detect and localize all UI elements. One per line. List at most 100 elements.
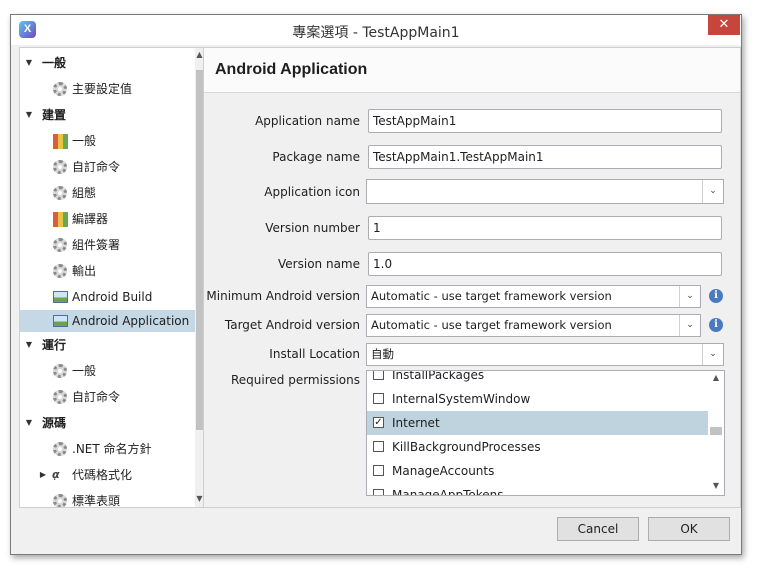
tree-category-general[interactable]: ▼ 一般 — [20, 52, 195, 74]
install-location-dropdown[interactable]: 自動 ⌄ — [366, 343, 724, 366]
category-label: 一般 — [42, 56, 67, 70]
tree-item-run-custom-commands[interactable]: 自訂命令 — [20, 386, 195, 408]
tree-category-build[interactable]: ▼ 建置 — [20, 104, 195, 126]
tree-category-source[interactable]: ▼ 源碼 — [20, 412, 195, 434]
permission-label: ManageAppTokens — [392, 488, 504, 496]
permission-checkbox[interactable] — [373, 393, 384, 404]
tree-item-output[interactable]: 輸出 — [20, 260, 195, 282]
permission-label: InstallPackages — [392, 370, 485, 382]
permission-item[interactable]: KillBackgroundProcesses — [367, 435, 708, 459]
package-name-label: Package name — [272, 150, 360, 164]
expand-arrow-icon[interactable]: ▼ — [24, 412, 34, 434]
tree-item-configurations[interactable]: 組態 — [20, 182, 195, 204]
gear-icon — [53, 494, 67, 507]
chevron-down-icon[interactable]: ⌄ — [679, 315, 700, 336]
permission-label: KillBackgroundProcesses — [392, 440, 541, 454]
tree-item-naming-policies[interactable]: .NET 命名方針 — [20, 438, 195, 460]
install-location-label: Install Location — [269, 347, 360, 361]
version-number-label: Version number — [265, 221, 360, 235]
gear-icon — [53, 186, 67, 200]
category-label: 源碼 — [42, 416, 67, 430]
gear-icon — [53, 238, 67, 252]
window-title: 專案選項 - TestAppMain1 — [292, 25, 460, 41]
target-android-dropdown[interactable]: Automatic - use target framework version… — [366, 314, 701, 337]
tree-item-assembly-signing[interactable]: 組件簽署 — [20, 234, 195, 256]
tree-item-label: 組態 — [72, 186, 97, 200]
tree-item-label: Android Application — [72, 314, 190, 328]
permission-checkbox[interactable] — [373, 441, 384, 452]
tree-scrollbar[interactable]: ▲ ▼ — [195, 48, 203, 507]
chevron-down-icon[interactable]: ⌄ — [679, 286, 700, 307]
chevron-down-icon[interactable]: ⌄ — [702, 180, 723, 203]
permission-checkbox[interactable] — [373, 489, 384, 495]
permission-checkbox[interactable] — [373, 465, 384, 476]
permission-label: Internet — [392, 416, 440, 430]
app-icon-dropdown[interactable]: ⌄ — [366, 179, 724, 204]
tree-item-run-general[interactable]: 一般 — [20, 360, 195, 382]
permissions-list: InstallPackages InternalSystemWindow ✓ I… — [366, 370, 725, 496]
tree-item-label: 代碼格式化 — [72, 468, 133, 482]
scroll-up-icon[interactable]: ▲ — [708, 373, 724, 385]
info-icon[interactable]: i — [709, 318, 723, 332]
version-name-field[interactable]: 1.0 — [368, 252, 722, 276]
gear-icon — [53, 364, 67, 378]
tree-item-build-general[interactable]: 一般 — [20, 130, 195, 152]
gear-icon — [53, 390, 67, 404]
permissions-label: Required permissions — [230, 373, 360, 387]
permission-item[interactable]: ManageAppTokens — [367, 483, 708, 496]
panel-title: Android Application — [215, 61, 368, 78]
tree-item-main-settings[interactable]: 主要設定值 — [20, 78, 195, 100]
permissions-scroll-thumb[interactable] — [710, 427, 722, 435]
permission-label: ManageAccounts — [392, 464, 495, 478]
tree-item-label: 組件簽署 — [72, 238, 121, 252]
tree-scroll-thumb[interactable] — [196, 70, 203, 430]
min-android-dropdown[interactable]: Automatic - use target framework version… — [366, 285, 701, 308]
cancel-button[interactable]: Cancel — [557, 517, 639, 541]
tree-item-label: 一般 — [72, 364, 97, 378]
version-name-label: Version name — [278, 257, 360, 271]
scroll-up-icon[interactable]: ▲ — [195, 50, 203, 62]
expand-arrow-icon[interactable]: ▼ — [24, 334, 34, 356]
permission-label: InternalSystemWindow — [392, 392, 531, 406]
tree-item-compiler[interactable]: 編譯器 — [20, 208, 195, 230]
scroll-down-icon[interactable]: ▼ — [195, 494, 203, 506]
tree-category-run[interactable]: ▼ 運行 — [20, 334, 195, 356]
expand-arrow-icon[interactable]: ▼ — [24, 52, 34, 74]
category-label: 建置 — [42, 108, 67, 122]
expand-arrow-icon[interactable]: ▼ — [24, 104, 34, 126]
app-icon-label: Application icon — [264, 185, 360, 199]
chevron-down-icon[interactable]: ⌄ — [702, 344, 723, 365]
tree-item-label: .NET 命名方針 — [72, 442, 152, 456]
gear-icon — [53, 264, 67, 278]
close-button[interactable]: ✕ — [708, 15, 740, 35]
tree-item-code-formatting[interactable]: ▶ ᾳ 代碼格式化 — [20, 464, 195, 486]
tree-item-android-build[interactable]: Android Build — [20, 286, 195, 308]
tree-item-custom-commands[interactable]: 自訂命令 — [20, 156, 195, 178]
compiler-icon — [53, 212, 68, 227]
app-name-field[interactable]: TestAppMain1 — [368, 109, 722, 133]
tree-item-label: 自訂命令 — [72, 160, 121, 174]
permission-item[interactable]: InternalSystemWindow — [367, 387, 708, 411]
panel-header: Android Application — [204, 48, 740, 93]
tree-item-label: 編譯器 — [72, 212, 109, 226]
app-name-label: Application name — [255, 114, 360, 128]
permission-checkbox[interactable] — [373, 371, 384, 380]
tree-item-label: Android Build — [72, 290, 153, 304]
image-icon — [53, 315, 68, 327]
permission-item[interactable]: InstallPackages — [367, 370, 708, 387]
permission-item[interactable]: ManageAccounts — [367, 459, 708, 483]
version-number-field[interactable]: 1 — [368, 216, 722, 240]
permissions-scrollbar[interactable]: ▲ ▼ — [708, 371, 724, 495]
ok-button[interactable]: OK — [648, 517, 730, 541]
min-android-value: Automatic - use target framework version — [371, 289, 612, 303]
scroll-down-icon[interactable]: ▼ — [708, 481, 724, 493]
permission-checkbox[interactable]: ✓ — [373, 417, 384, 428]
package-name-field[interactable]: TestAppMain1.TestAppMain1 — [368, 145, 722, 169]
tree-item-label: 輸出 — [72, 264, 97, 278]
target-android-label: Target Android version — [224, 318, 360, 332]
tree-item-standard-header[interactable]: 標準表頭 — [20, 490, 195, 507]
tree-item-android-application[interactable]: Android Application — [20, 310, 195, 332]
permission-item[interactable]: ✓ Internet — [367, 411, 708, 435]
info-icon[interactable]: i — [709, 289, 723, 303]
collapsed-arrow-icon[interactable]: ▶ — [38, 464, 48, 486]
